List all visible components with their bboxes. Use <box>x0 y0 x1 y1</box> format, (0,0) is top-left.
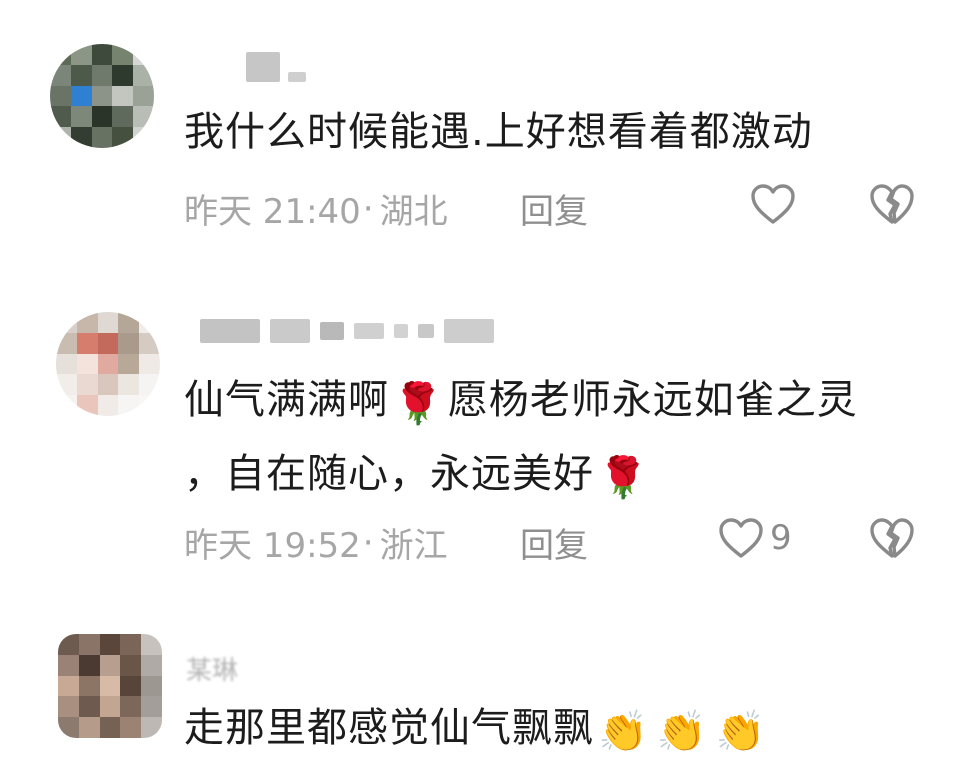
clapping-hands-emoji: 👏 <box>598 709 649 755</box>
username-redacted[interactable] <box>200 316 494 346</box>
dislike-button[interactable] <box>868 516 916 560</box>
comment-location: 浙江 <box>379 526 448 566</box>
username-redacted[interactable] <box>246 52 306 82</box>
separator-dot: · <box>362 188 374 229</box>
comment-meta: 昨天 19:52 · 浙江 <box>184 518 448 567</box>
comment-meta: 昨天 21:40 · 湖北 <box>184 184 448 233</box>
reply-button[interactable]: 回复 <box>520 184 588 233</box>
avatar[interactable] <box>50 44 154 148</box>
comment-text-part: ，自在随心，永远美好 <box>184 451 594 497</box>
comment-text-line-2: ，自在随心，永远美好 🌹 <box>184 440 653 508</box>
username-redacted[interactable]: 某琳 <box>186 650 238 687</box>
comment-text: 仙气满满啊 🌹 愿杨老师永远如雀之灵 <box>184 366 858 434</box>
comment-time: 昨天 21:40 <box>184 192 361 232</box>
avatar[interactable] <box>58 634 162 738</box>
clapping-hands-emoji: 👏 <box>656 709 708 755</box>
like-button[interactable] <box>750 182 796 226</box>
rose-emoji: 🌹 <box>598 455 649 501</box>
broken-heart-icon <box>870 184 914 224</box>
comment-text-part: 仙气满满啊 <box>184 377 389 423</box>
like-count: 9 <box>770 518 792 558</box>
comment-text: 我什么时候能遇.上好想看着都激动 <box>184 109 813 155</box>
broken-heart-icon <box>870 518 914 558</box>
comment-text-part: 愿杨老师永远如雀之灵 <box>447 377 858 423</box>
comment-text-part: 走那里都感觉仙气飘飘 <box>184 705 594 751</box>
dislike-button[interactable] <box>868 182 916 226</box>
comment-text: 走那里都感觉仙气飘飘 👏 👏 👏 <box>184 694 770 762</box>
heart-outline-icon <box>719 518 763 558</box>
comment-time: 昨天 19:52 <box>184 526 361 566</box>
comment-location: 湖北 <box>379 192 448 232</box>
reply-button[interactable]: 回复 <box>520 518 588 567</box>
avatar[interactable] <box>56 312 160 416</box>
heart-outline-icon <box>751 184 795 224</box>
rose-emoji: 🌹 <box>393 381 444 427</box>
separator-dot: · <box>362 522 374 563</box>
like-button[interactable]: 9 <box>718 516 792 560</box>
clapping-hands-emoji: 👏 <box>715 709 767 755</box>
